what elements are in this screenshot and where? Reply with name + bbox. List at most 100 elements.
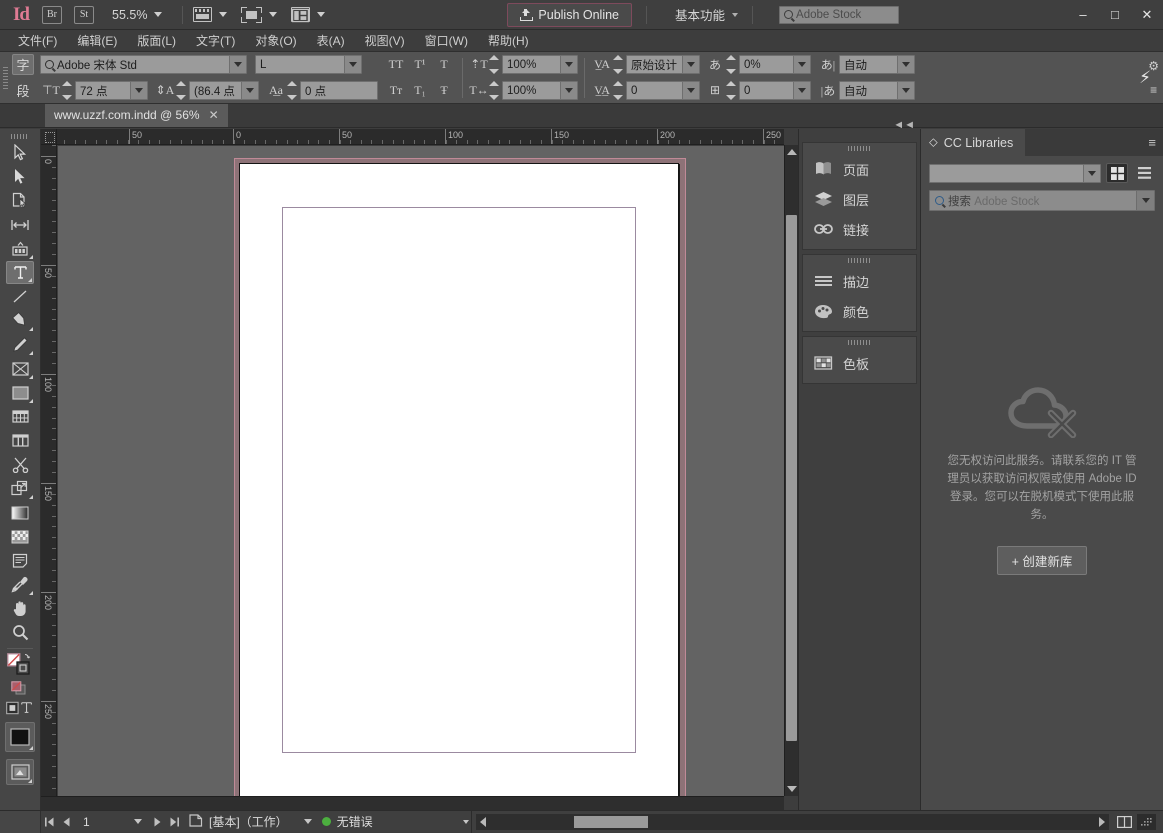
formatting-affects-container[interactable] — [6, 698, 34, 718]
vertical-ruler[interactable]: 0501001502002503 — [41, 145, 57, 796]
menu-item-layout[interactable]: 版面(L) — [127, 32, 186, 49]
dock-group-gripper[interactable] — [803, 143, 916, 154]
tsume-stepper[interactable] — [726, 55, 737, 74]
document-tab[interactable]: www.uzzf.com.indd @ 56% ✕ — [45, 103, 228, 127]
column-tool[interactable] — [6, 429, 34, 452]
panel-gripper[interactable] — [0, 52, 10, 104]
chevron-down-icon[interactable] — [560, 82, 577, 99]
chevron-down-icon[interactable] — [241, 82, 258, 99]
default-swap-swatches[interactable] — [6, 679, 34, 697]
maximize-button[interactable]: □ — [1099, 0, 1131, 30]
first-page-button[interactable] — [41, 811, 58, 833]
create-new-library-button[interactable]: + 创建新库 — [997, 546, 1088, 575]
strikethrough-button[interactable]: Ŧ — [432, 83, 456, 98]
chevron-down-icon[interactable] — [897, 82, 914, 99]
dock-group-gripper[interactable] — [803, 255, 916, 266]
tsume-input[interactable]: 0% — [739, 55, 811, 74]
dock-item-color[interactable]: 颜色 — [803, 296, 916, 326]
preview-mode-button[interactable] — [241, 7, 277, 23]
cc-libraries-tab[interactable]: ⬦ CC Libraries — [921, 129, 1025, 156]
font-style-select[interactable]: L — [255, 55, 362, 74]
layout-view-button[interactable] — [1115, 814, 1134, 830]
chevron-down-icon[interactable] — [560, 56, 577, 73]
close-icon[interactable]: ✕ — [209, 108, 219, 122]
chevron-down-icon[interactable] — [682, 56, 699, 73]
zoom-level-select[interactable]: 55.5% — [112, 8, 162, 22]
all-caps-button[interactable]: TT — [384, 57, 408, 72]
content-collector-tool[interactable] — [6, 237, 34, 260]
scroll-right-arrow[interactable] — [1095, 814, 1109, 830]
line-tool[interactable] — [6, 285, 34, 308]
prev-page-button[interactable] — [58, 811, 75, 833]
menu-item-type[interactable]: 文字(T) — [186, 32, 245, 49]
menu-item-edit[interactable]: 编辑(E) — [67, 32, 127, 49]
pencil-tool[interactable] — [6, 333, 34, 356]
stock-button[interactable]: St — [74, 6, 94, 24]
rectangle-tool[interactable] — [6, 381, 34, 404]
arrange-documents-button[interactable] — [291, 7, 325, 22]
chevron-down-icon[interactable] — [897, 56, 914, 73]
vertical-scrollbar[interactable] — [784, 145, 798, 796]
tracking-stepper[interactable] — [613, 81, 624, 100]
workspace-switcher[interactable]: 基本功能 — [675, 5, 738, 24]
next-page-button[interactable] — [149, 811, 166, 833]
horizontal-ruler[interactable]: 50050100150200250 — [41, 129, 784, 145]
eyedropper-tool[interactable] — [6, 573, 34, 596]
leading-stepper[interactable] — [176, 81, 187, 100]
superscript-button[interactable]: T¹ — [408, 57, 432, 72]
pasteboard[interactable] — [58, 146, 784, 796]
gear-icon[interactable]: ⚙ — [1148, 59, 1159, 73]
kerning-input[interactable]: 原始设计 — [626, 55, 700, 74]
document-page[interactable] — [239, 163, 679, 796]
menu-item-view[interactable]: 视图(V) — [355, 32, 415, 49]
dock-item-layers[interactable]: 图层 — [803, 184, 916, 214]
fill-stroke-swatches[interactable] — [6, 652, 34, 678]
zoom-tool[interactable] — [6, 621, 34, 644]
chevron-down-icon[interactable] — [682, 82, 699, 99]
mojikumi-top-select[interactable]: 自动 — [839, 55, 915, 74]
selection-tool[interactable] — [6, 141, 34, 164]
scroll-up-arrow[interactable] — [785, 145, 798, 159]
preflight-status[interactable]: 无错误 — [322, 813, 469, 830]
chevron-down-icon[interactable] — [793, 82, 810, 99]
menu-item-file[interactable]: 文件(F) — [8, 32, 67, 49]
gap-tool[interactable] — [6, 213, 34, 236]
canvas-viewport[interactable] — [58, 146, 784, 796]
adobe-stock-search-input[interactable]: Adobe Stock — [779, 6, 899, 24]
vertical-scroll-thumb[interactable] — [786, 215, 797, 741]
note-tool[interactable] — [6, 549, 34, 572]
kerning-stepper[interactable] — [613, 55, 624, 74]
pen-tool[interactable] — [6, 309, 34, 332]
scroll-down-arrow[interactable] — [785, 782, 798, 796]
menu-item-object[interactable]: 对象(O) — [245, 32, 306, 49]
minimize-button[interactable]: – — [1067, 0, 1099, 30]
chevron-down-icon[interactable] — [130, 82, 147, 99]
dock-item-swatches[interactable]: 色板 — [803, 348, 916, 378]
horizontal-scale-stepper[interactable] — [489, 81, 500, 100]
panel-menu-icon[interactable]: ≡ — [1148, 135, 1156, 150]
leading-input[interactable]: (86.4 点 — [189, 81, 259, 100]
chevron-down-icon[interactable] — [344, 56, 361, 73]
page-number-input[interactable]: 1 — [75, 814, 127, 830]
scroll-left-arrow[interactable] — [476, 814, 490, 830]
aki-stepper[interactable] — [287, 81, 298, 100]
free-transform-tool[interactable] — [6, 477, 34, 500]
small-caps-button[interactable]: Tᴛ — [384, 83, 408, 98]
story-editor-button[interactable] — [1137, 814, 1156, 830]
direct-selection-tool[interactable] — [6, 165, 34, 188]
tracking-input[interactable]: 0 — [626, 81, 700, 100]
font-size-stepper[interactable] — [62, 81, 73, 100]
character-formatting-button[interactable]: 字 — [12, 54, 34, 75]
aki-input[interactable]: 0 点 — [300, 81, 378, 100]
ruler-origin-handle[interactable] — [41, 129, 57, 145]
tools-panel-gripper[interactable] — [9, 131, 31, 141]
vertical-scale-input[interactable]: 100% — [502, 55, 578, 74]
dock-item-links[interactable]: 链接 — [803, 214, 916, 244]
close-button[interactable]: ✕ — [1131, 0, 1163, 30]
paragraph-formatting-button[interactable]: 段 — [12, 80, 34, 101]
chevron-down-icon[interactable] — [793, 56, 810, 73]
master-page-selector[interactable]: [基本]（工作） — [189, 813, 312, 830]
horizontal-scroll-thumb[interactable] — [574, 816, 648, 828]
panel-menu-icon[interactable]: ≡ — [1150, 83, 1157, 97]
menu-item-table[interactable]: 表(A) — [307, 32, 355, 49]
